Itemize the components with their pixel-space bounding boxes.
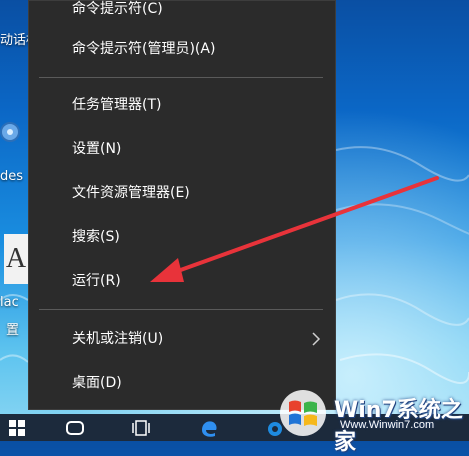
menu-item-label: 文件资源管理器(E) bbox=[72, 185, 190, 201]
watermark-url: Www.Winwin7.com bbox=[340, 419, 435, 431]
menu-item-file-explorer[interactable]: 文件资源管理器(E) bbox=[29, 173, 335, 213]
menu-item-label: 设置(N) bbox=[72, 141, 122, 157]
start-icon[interactable] bbox=[4, 414, 30, 441]
menu-item-command-prompt-admin[interactable]: 命令提示符(管理员)(A) bbox=[29, 29, 335, 69]
windows-logo-icon bbox=[280, 390, 326, 436]
desktop-icon-label[interactable]: lac bbox=[0, 296, 19, 310]
menu-item-label: 运行(R) bbox=[72, 273, 121, 289]
menu-item-search[interactable]: 搜索(S) bbox=[29, 217, 335, 257]
font-file-desktop-icon[interactable]: A bbox=[4, 234, 28, 284]
desktop-icon-label[interactable]: des bbox=[0, 170, 23, 184]
menu-separator bbox=[39, 309, 323, 310]
menu-separator bbox=[39, 77, 323, 78]
menu-item-label: 桌面(D) bbox=[72, 375, 122, 391]
menu-item-run[interactable]: 运行(R) bbox=[29, 261, 335, 301]
watermark: Win7系统之家 Www.Winwin7.com bbox=[274, 386, 466, 455]
menu-item-label: 关机或注销(U) bbox=[72, 331, 164, 347]
menu-item-label: 命令提示符(C) bbox=[72, 1, 163, 17]
desktop-icon-label[interactable]: 置 bbox=[6, 324, 19, 338]
task-view-icon[interactable] bbox=[128, 414, 154, 441]
winx-context-menu: 命令提示符(C) 命令提示符(管理员)(A) 任务管理器(T) 设置(N) 文件… bbox=[28, 0, 336, 410]
menu-item-settings[interactable]: 设置(N) bbox=[29, 129, 335, 169]
menu-item-label: 命令提示符(管理员)(A) bbox=[72, 41, 216, 57]
menu-item-task-manager[interactable]: 任务管理器(T) bbox=[29, 85, 335, 125]
menu-item-command-prompt[interactable]: 命令提示符(C) bbox=[29, 0, 335, 29]
menu-item-label: 任务管理器(T) bbox=[72, 97, 162, 113]
settings-gear-desktop-icon[interactable] bbox=[0, 112, 22, 152]
cortana-icon[interactable] bbox=[62, 414, 88, 441]
menu-item-label: 搜索(S) bbox=[72, 229, 120, 245]
edge-icon[interactable] bbox=[196, 414, 222, 441]
menu-item-shutdown-signout[interactable]: 关机或注销(U) bbox=[29, 319, 335, 359]
